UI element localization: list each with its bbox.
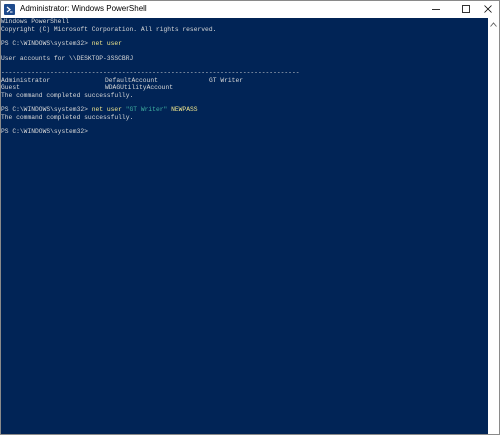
account-name: Guest <box>1 84 20 91</box>
console-output[interactable]: Windows PowerShell Copyright (C) Microso… <box>1 18 488 434</box>
command-string-arg: "GT Writer" <box>125 106 168 113</box>
account-name: DefaultAccount <box>105 76 158 84</box>
account-name: GT Writer <box>209 76 244 84</box>
command-text: net user <box>91 106 126 113</box>
accounts-row: Administrator DefaultAccount GT Writer <box>1 77 488 85</box>
title-bar[interactable]: Administrator: Windows PowerShell <box>1 1 499 18</box>
minimize-button[interactable] <box>421 1 451 18</box>
command-line-1: PS C:\WINDOWS\system32> net user <box>1 40 488 48</box>
account-name: WDAGUtilityAccount <box>105 84 174 91</box>
command-text: NEWPASS <box>167 106 198 113</box>
powershell-window: Administrator: Windows PowerShell Window… <box>0 0 500 435</box>
vertical-scrollbar[interactable] <box>488 18 499 434</box>
close-icon <box>484 5 492 13</box>
prompt: PS C:\WINDOWS\system32> <box>1 106 92 113</box>
command-text: net user <box>91 40 122 47</box>
accounts-header: User accounts for \\DESKTOP-3SSCBRJ <box>1 54 134 62</box>
prompt: PS C:\WINDOWS\system32> <box>1 40 92 47</box>
banner-line: Windows PowerShell <box>1 18 70 25</box>
close-button[interactable] <box>473 1 499 18</box>
powershell-icon[interactable] <box>4 4 15 15</box>
maximize-icon <box>462 5 470 13</box>
minimize-icon <box>432 9 440 10</box>
copyright-line: Copyright (C) Microsoft Corporation. All… <box>1 25 217 33</box>
current-prompt[interactable]: PS C:\WINDOWS\system32> <box>1 128 488 136</box>
status-line: The command completed successfully. <box>1 113 134 121</box>
accounts-row: Guest WDAGUtilityAccount <box>1 84 488 92</box>
command-line-2: PS C:\WINDOWS\system32> net user "GT Wri… <box>1 106 488 114</box>
prompt: PS C:\WINDOWS\system32> <box>1 128 92 135</box>
chevron-up-icon[interactable] <box>490 22 497 27</box>
account-name: Administrator <box>1 76 51 84</box>
status-line: The command completed successfully. <box>1 91 134 99</box>
window-title: Administrator: Windows PowerShell <box>20 4 147 13</box>
separator-line: ----------------------------------------… <box>1 69 300 76</box>
